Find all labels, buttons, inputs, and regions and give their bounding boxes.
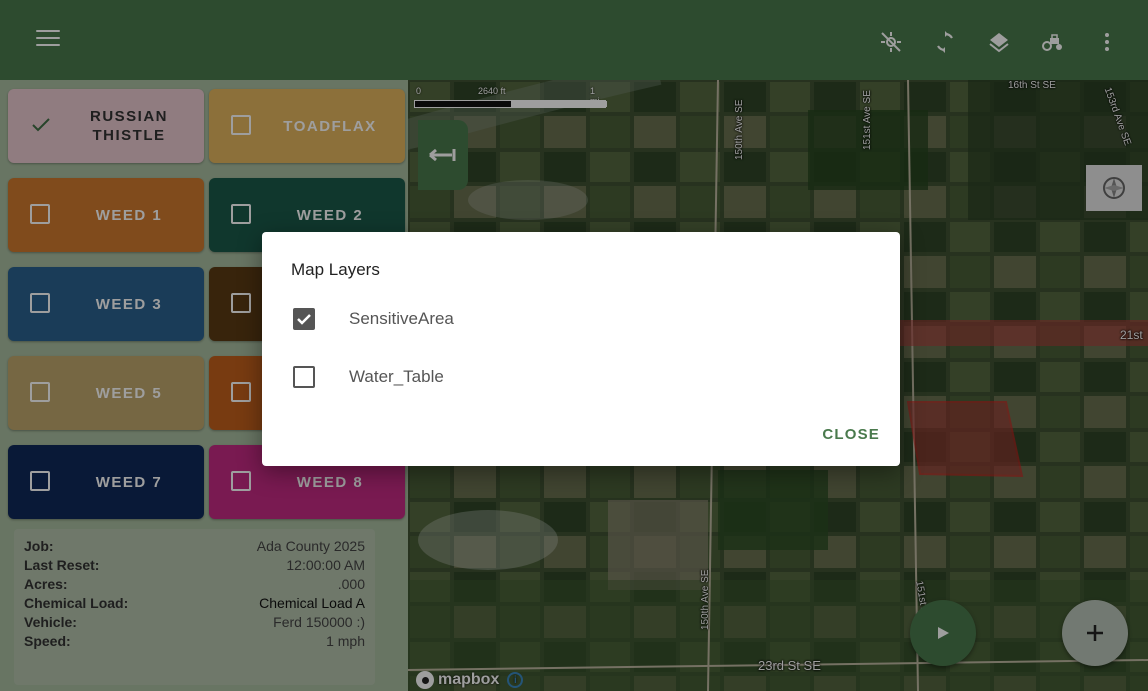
map-layers-dialog: Map Layers SensitiveArea Water_Table CLO… xyxy=(262,232,900,466)
checkbox-unchecked-icon[interactable] xyxy=(293,366,315,388)
dialog-title: Map Layers xyxy=(291,260,380,279)
layer-option-label: Water_Table xyxy=(349,367,444,386)
close-button[interactable]: CLOSE xyxy=(822,426,880,443)
layer-option-sensitivearea[interactable]: SensitiveArea xyxy=(293,306,454,332)
checkbox-checked-icon[interactable] xyxy=(293,308,315,330)
layer-option-water-table[interactable]: Water_Table xyxy=(293,364,444,390)
layer-option-label: SensitiveArea xyxy=(349,309,454,328)
